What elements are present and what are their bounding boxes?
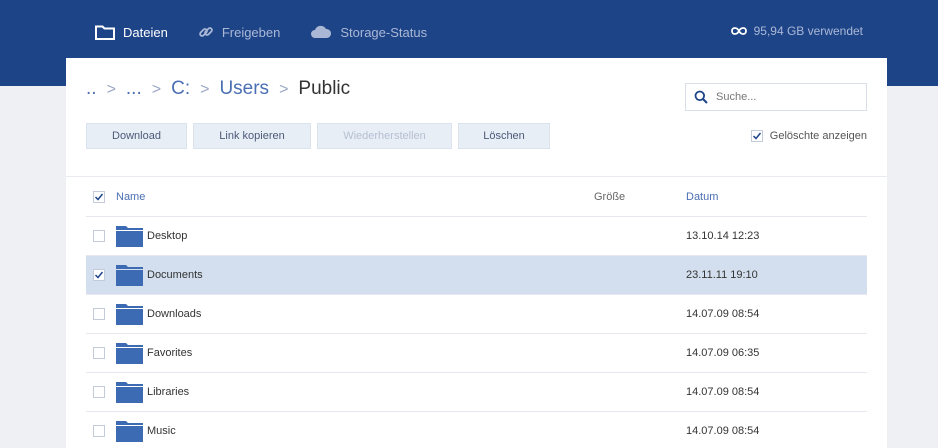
table-header: Name Größe Datum [86, 177, 867, 217]
file-date: 23.11.11 19:10 [686, 269, 758, 281]
search-input[interactable] [716, 91, 856, 103]
breadcrumb-separator: > [151, 81, 162, 98]
show-deleted-toggle[interactable]: Gelöschte anzeigen [750, 130, 867, 142]
folder-icon [116, 420, 143, 442]
nav-item-label: Freigeben [221, 24, 281, 40]
row-checkbox[interactable] [93, 308, 105, 320]
table-row[interactable]: Documents 23.11.11 19:10 [86, 256, 867, 295]
file-name[interactable]: Music [147, 425, 176, 437]
file-table: Name Größe Datum Desktop 13.10.14 12:23 … [86, 177, 867, 448]
folder-icon [116, 342, 143, 364]
file-date: 14.07.09 06:35 [686, 347, 760, 359]
folder-icon [95, 24, 115, 40]
copy-link-button[interactable]: Link kopieren [193, 123, 311, 149]
nav-item-label: Storage-Status [340, 24, 428, 40]
nav-item-storage-status[interactable]: Storage-Status [310, 25, 427, 40]
breadcrumb-separator: > [279, 81, 289, 98]
breadcrumb-item-users[interactable]: Users [219, 78, 269, 100]
folder-icon [116, 381, 143, 403]
file-name[interactable]: Favorites [147, 347, 192, 359]
file-name[interactable]: Downloads [147, 308, 201, 320]
folder-icon [116, 225, 143, 247]
breadcrumb: .. > ... > C: > Users > Public [86, 78, 350, 100]
nav-item-dateien[interactable]: Dateien [95, 24, 168, 40]
column-header-date[interactable]: Datum [674, 191, 794, 203]
table-row[interactable]: Downloads 14.07.09 08:54 [86, 295, 867, 334]
table-row[interactable]: Desktop 13.10.14 12:23 [86, 217, 867, 256]
checkmark-icon [94, 271, 104, 279]
show-deleted-checkbox[interactable] [750, 130, 763, 142]
file-date: 14.07.09 08:54 [686, 386, 760, 398]
row-checkbox[interactable] [93, 425, 105, 437]
file-name[interactable]: Documents [147, 269, 203, 281]
column-header-name[interactable]: Name [114, 191, 594, 203]
breadcrumb-item-ellipsis[interactable]: ... [126, 78, 142, 100]
restore-button[interactable]: Wiederherstellen [317, 123, 452, 149]
nav-item-freigeben[interactable]: Freigeben [198, 24, 281, 40]
download-button[interactable]: Download [86, 123, 187, 149]
file-name[interactable]: Desktop [147, 230, 187, 242]
breadcrumb-item-root[interactable]: .. [86, 78, 97, 100]
cloud-icon [310, 25, 332, 39]
checkmark-icon [752, 132, 761, 140]
breadcrumb-separator: > [106, 81, 116, 98]
table-row[interactable]: Favorites 14.07.09 06:35 [86, 334, 867, 373]
table-row[interactable]: Libraries 14.07.09 08:54 [86, 373, 867, 412]
search-icon [694, 90, 708, 104]
file-browser-panel: .. > ... > C: > Users > Public Download … [66, 58, 887, 448]
folder-icon [116, 303, 143, 325]
main-nav: Dateien Freigeben Storage-Status [95, 22, 457, 42]
checkmark-icon [94, 193, 104, 201]
row-checkbox[interactable] [93, 386, 105, 398]
link-icon [198, 24, 214, 40]
row-checkbox[interactable] [93, 269, 105, 281]
column-header-size[interactable]: Größe [594, 191, 674, 203]
delete-button[interactable]: Löschen [458, 123, 550, 149]
folder-icon [116, 264, 143, 286]
file-date: 13.10.14 12:23 [686, 230, 760, 242]
file-name[interactable]: Libraries [147, 386, 189, 398]
breadcrumb-item-public: Public [298, 78, 351, 99]
storage-usage: 95,94 GB verwendet [730, 24, 863, 38]
row-checkbox[interactable] [93, 230, 105, 242]
select-all-checkbox[interactable] [93, 190, 105, 203]
nav-item-label: Dateien [123, 24, 168, 40]
search-box[interactable] [685, 83, 867, 111]
infinity-icon [730, 26, 748, 36]
breadcrumb-item-c[interactable]: C: [171, 78, 190, 100]
file-date: 14.07.09 08:54 [686, 425, 760, 437]
file-date: 14.07.09 08:54 [686, 308, 760, 320]
table-row[interactable]: Music 14.07.09 08:54 [86, 412, 867, 448]
row-checkbox[interactable] [93, 347, 105, 359]
action-toolbar: Download Link kopieren Wiederherstellen … [86, 123, 556, 149]
breadcrumb-separator: > [200, 81, 210, 98]
show-deleted-label: Gelöschte anzeigen [769, 130, 867, 142]
usage-text: 95,94 GB verwendet [753, 24, 863, 38]
